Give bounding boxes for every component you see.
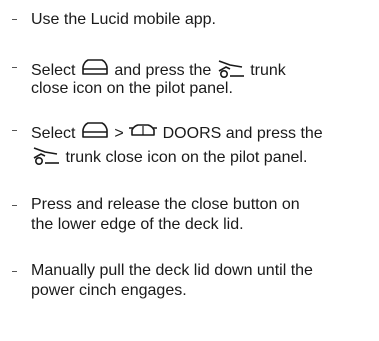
item-line-1: Manually pull the deck lid down until th… bbox=[31, 262, 313, 279]
item-line-2: the lower edge of the deck lid. bbox=[31, 216, 244, 233]
bullet-dash bbox=[12, 205, 17, 206]
item-line-1: Select and press the trunk bbox=[31, 57, 286, 80]
item-line-2: power cinch engages. bbox=[31, 282, 187, 299]
vehicle-icon bbox=[80, 120, 110, 142]
item-text-line: Use the Lucid mobile app. bbox=[31, 11, 216, 28]
item-line-2: trunk close icon on the pilot panel. bbox=[31, 144, 307, 167]
trunk-close-icon bbox=[216, 57, 246, 79]
vehicle-icon bbox=[80, 57, 110, 79]
item-line-2: close icon on the pilot panel. bbox=[31, 80, 233, 97]
item-line-1: Select > DOORS and press the bbox=[31, 120, 323, 143]
item-text: Use the Lucid mobile app. bbox=[31, 10, 216, 29]
bullet-dash bbox=[12, 271, 17, 272]
item-line-1: Press and release the close button on bbox=[31, 196, 300, 213]
trunk-close-icon bbox=[31, 144, 61, 166]
doors-icon bbox=[128, 120, 158, 142]
bullet-dash bbox=[12, 130, 17, 131]
bullet-dash bbox=[12, 19, 17, 20]
bullet-dash bbox=[12, 67, 17, 68]
